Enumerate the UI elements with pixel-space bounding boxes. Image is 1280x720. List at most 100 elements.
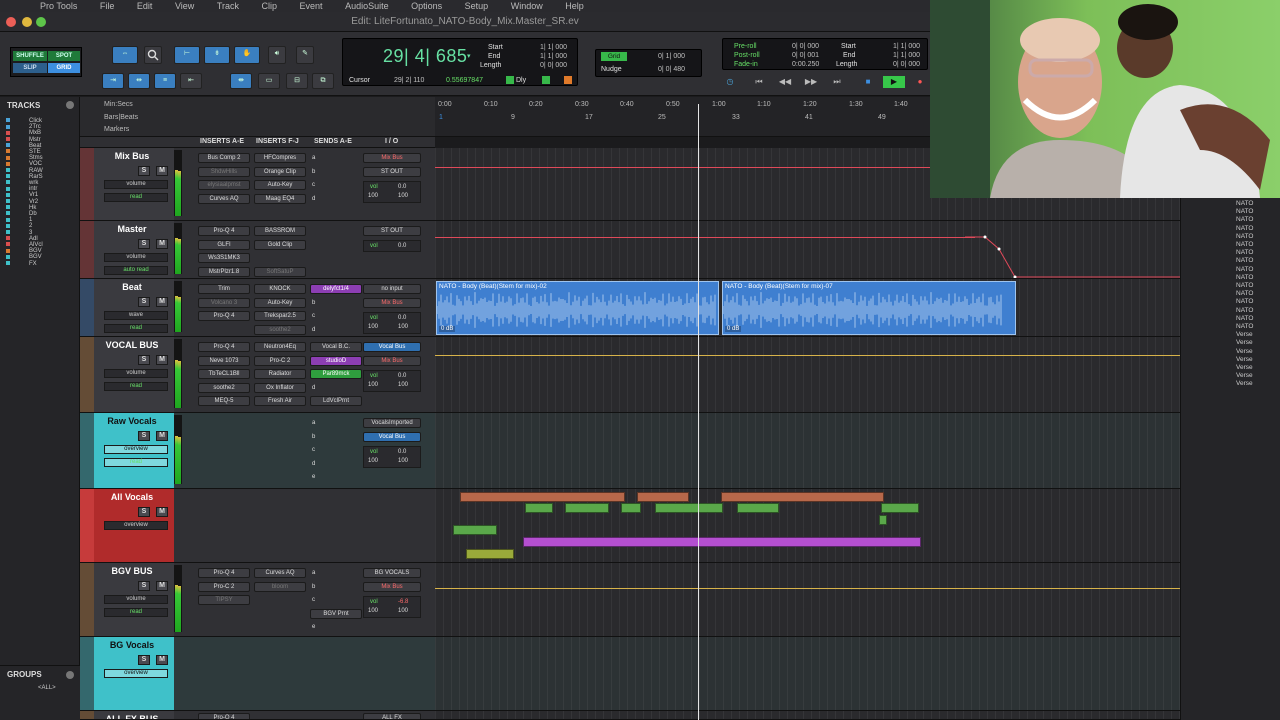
nudge-value[interactable]: 0| 0| 480 <box>658 66 685 73</box>
clip-region[interactable] <box>565 503 609 513</box>
insertion-follows-button[interactable]: ⇤ <box>180 73 202 89</box>
send-slot[interactable]: b <box>312 434 315 440</box>
counter-indicator-icon[interactable] <box>542 76 550 84</box>
grid-value[interactable]: 0| 1| 000 <box>658 53 685 60</box>
solo-button[interactable]: S <box>138 239 150 249</box>
menu-window[interactable]: Window <box>511 0 543 12</box>
marker-label[interactable]: Verse <box>1236 372 1253 379</box>
io-selector[interactable]: Mix Bus <box>363 153 421 163</box>
marker-label[interactable]: Verse <box>1236 348 1253 355</box>
clip-region[interactable] <box>637 492 689 502</box>
audio-clip[interactable]: NATO - Body (Beat)(Stem for mix)-07 0 dB <box>722 281 1016 335</box>
audio-clip[interactable]: NATO - Body (Beat)(Stem for mix)-02 0 dB <box>436 281 719 335</box>
send-slot[interactable]: delyfct1/4 <box>310 284 362 294</box>
track-view-selector[interactable]: wave <box>104 311 168 320</box>
pan-right-value[interactable]: 100 <box>398 193 408 199</box>
automation-mode-selector[interactable]: read <box>104 458 168 467</box>
clip-region[interactable] <box>655 503 723 513</box>
marker-label[interactable]: NATO <box>1236 274 1253 281</box>
track-name[interactable]: BG Vocals <box>96 640 168 650</box>
automation-mode-selector[interactable]: auto read <box>104 266 168 275</box>
marker-label[interactable]: Verse <box>1236 380 1253 387</box>
track-view-selector[interactable]: overview <box>104 521 168 530</box>
volume-value[interactable]: 0.0 <box>398 184 406 190</box>
insert-slot[interactable]: soothe2 <box>198 382 250 393</box>
track-name[interactable]: All Vocals <box>96 492 168 502</box>
record-button[interactable]: ● <box>912 76 928 88</box>
online-icon[interactable]: ◷ <box>722 76 738 88</box>
automation-mode-selector[interactable]: read <box>104 193 168 202</box>
marker-label[interactable]: Verse <box>1236 356 1253 363</box>
play-button[interactable]: ▶ <box>883 76 905 88</box>
io-selector[interactable]: Mix Bus <box>363 297 421 308</box>
track-name-area[interactable]: BGV BUS S Mvolume read <box>94 563 174 636</box>
marker-label[interactable]: NATO <box>1236 216 1253 223</box>
track-lane[interactable] <box>435 337 1180 413</box>
clip-region[interactable] <box>737 503 779 513</box>
track-header[interactable]: ALL FX BUS Pro-Q 4 ALL FX <box>80 711 435 720</box>
track-lane[interactable] <box>435 489 1180 563</box>
insert-slot[interactable]: Ws3S1MK3 <box>198 253 250 263</box>
insert-slot[interactable]: Trekspar2.5 <box>254 311 306 321</box>
track-view-selector[interactable]: volume <box>104 595 168 604</box>
insert-slot[interactable]: ShdwHills <box>198 166 250 177</box>
track-header[interactable]: BGV BUS S Mvolume read Pro-Q 4 Pro-C 2 TIPSY Cu… <box>80 563 435 637</box>
view-options-button[interactable]: ⊟ <box>286 73 308 89</box>
clip-region[interactable] <box>460 492 625 502</box>
volume-value[interactable]: 0.0 <box>398 373 406 379</box>
track-lane[interactable] <box>435 563 1180 637</box>
track-name-area[interactable]: Mix Bus S Mvolume read <box>94 148 174 220</box>
slip-mode-button[interactable]: SLIP <box>13 63 47 73</box>
pan-left-value[interactable]: 100 <box>368 193 378 199</box>
track-name-area[interactable]: All Vocals S Moverview <box>94 489 174 562</box>
send-slot[interactable]: b <box>312 300 315 306</box>
insert-slot[interactable]: Pro-Q 4 <box>198 568 250 578</box>
automation-mode-selector[interactable]: read <box>104 608 168 617</box>
track-name[interactable]: Raw Vocals <box>96 416 168 426</box>
insert-slot[interactable]: soothe2 <box>254 324 306 335</box>
solo-button[interactable]: S <box>138 431 150 441</box>
track-name[interactable]: Mix Bus <box>96 151 168 161</box>
transport-start-value[interactable]: 1| 1| 000 <box>893 43 920 50</box>
solo-button[interactable]: S <box>138 655 150 665</box>
clip-region[interactable] <box>879 515 887 525</box>
volume-pan-box[interactable]: vol 0.0 100 100 <box>363 446 421 468</box>
insert-slot[interactable]: Auto-Key <box>254 297 306 308</box>
end-value[interactable]: 1| 1| 000 <box>540 53 567 60</box>
insert-slot[interactable]: Neutron4Eq <box>254 342 306 352</box>
fadein-value[interactable]: 0:00.250 <box>792 61 819 68</box>
mirror-midi-button[interactable]: ⇼ <box>230 73 252 89</box>
io-selector[interactable]: BG VOCALS <box>363 568 421 578</box>
send-slot[interactable]: d <box>312 196 315 202</box>
insert-slot[interactable]: Gold Clip <box>254 239 306 250</box>
grid-label[interactable]: Grid <box>601 52 627 61</box>
marker-label[interactable]: Verse <box>1236 364 1253 371</box>
pan-right-value[interactable]: 100 <box>398 608 408 614</box>
mute-button[interactable]: M <box>156 355 168 365</box>
menu-clip[interactable]: Clip <box>262 0 278 12</box>
track-name[interactable]: Beat <box>96 282 168 292</box>
menu-options[interactable]: Options <box>411 0 442 12</box>
tracks-list-menu-icon[interactable] <box>66 101 74 109</box>
clip-region[interactable] <box>525 503 553 513</box>
insert-slot[interactable]: MstrPlzr1.8 <box>198 266 250 277</box>
send-slot[interactable]: b <box>312 584 315 590</box>
track-name[interactable]: VOCAL BUS <box>96 340 168 350</box>
fast-forward-button[interactable]: ▶▶ <box>803 76 819 88</box>
send-slot[interactable]: c <box>312 313 315 319</box>
insert-slot[interactable]: HFCompres <box>254 153 306 163</box>
send-slot[interactable]: Vocal B.C. <box>310 342 362 352</box>
menu-view[interactable]: View <box>175 0 194 12</box>
io-selector[interactable]: VocalsImported <box>363 418 421 428</box>
marker-label[interactable]: Verse <box>1236 339 1253 346</box>
volume-pan-box[interactable]: vol 0.0 100 100 <box>363 181 421 203</box>
io-selector[interactable]: ST OUT <box>363 166 421 177</box>
mute-button[interactable]: M <box>156 239 168 249</box>
io-selector[interactable]: Mix Bus <box>363 581 421 592</box>
insert-slot[interactable]: Pro-Q 4 <box>198 311 250 321</box>
insert-slot[interactable]: bloom <box>254 581 306 592</box>
insert-slot[interactable]: MEQ-5 <box>198 396 250 406</box>
insert-slot[interactable]: Curves AQ <box>254 568 306 578</box>
send-slot[interactable]: d <box>312 461 315 467</box>
track-header[interactable]: Mix Bus S Mvolume read Bus Comp 2 ShdwHills el… <box>80 148 435 221</box>
